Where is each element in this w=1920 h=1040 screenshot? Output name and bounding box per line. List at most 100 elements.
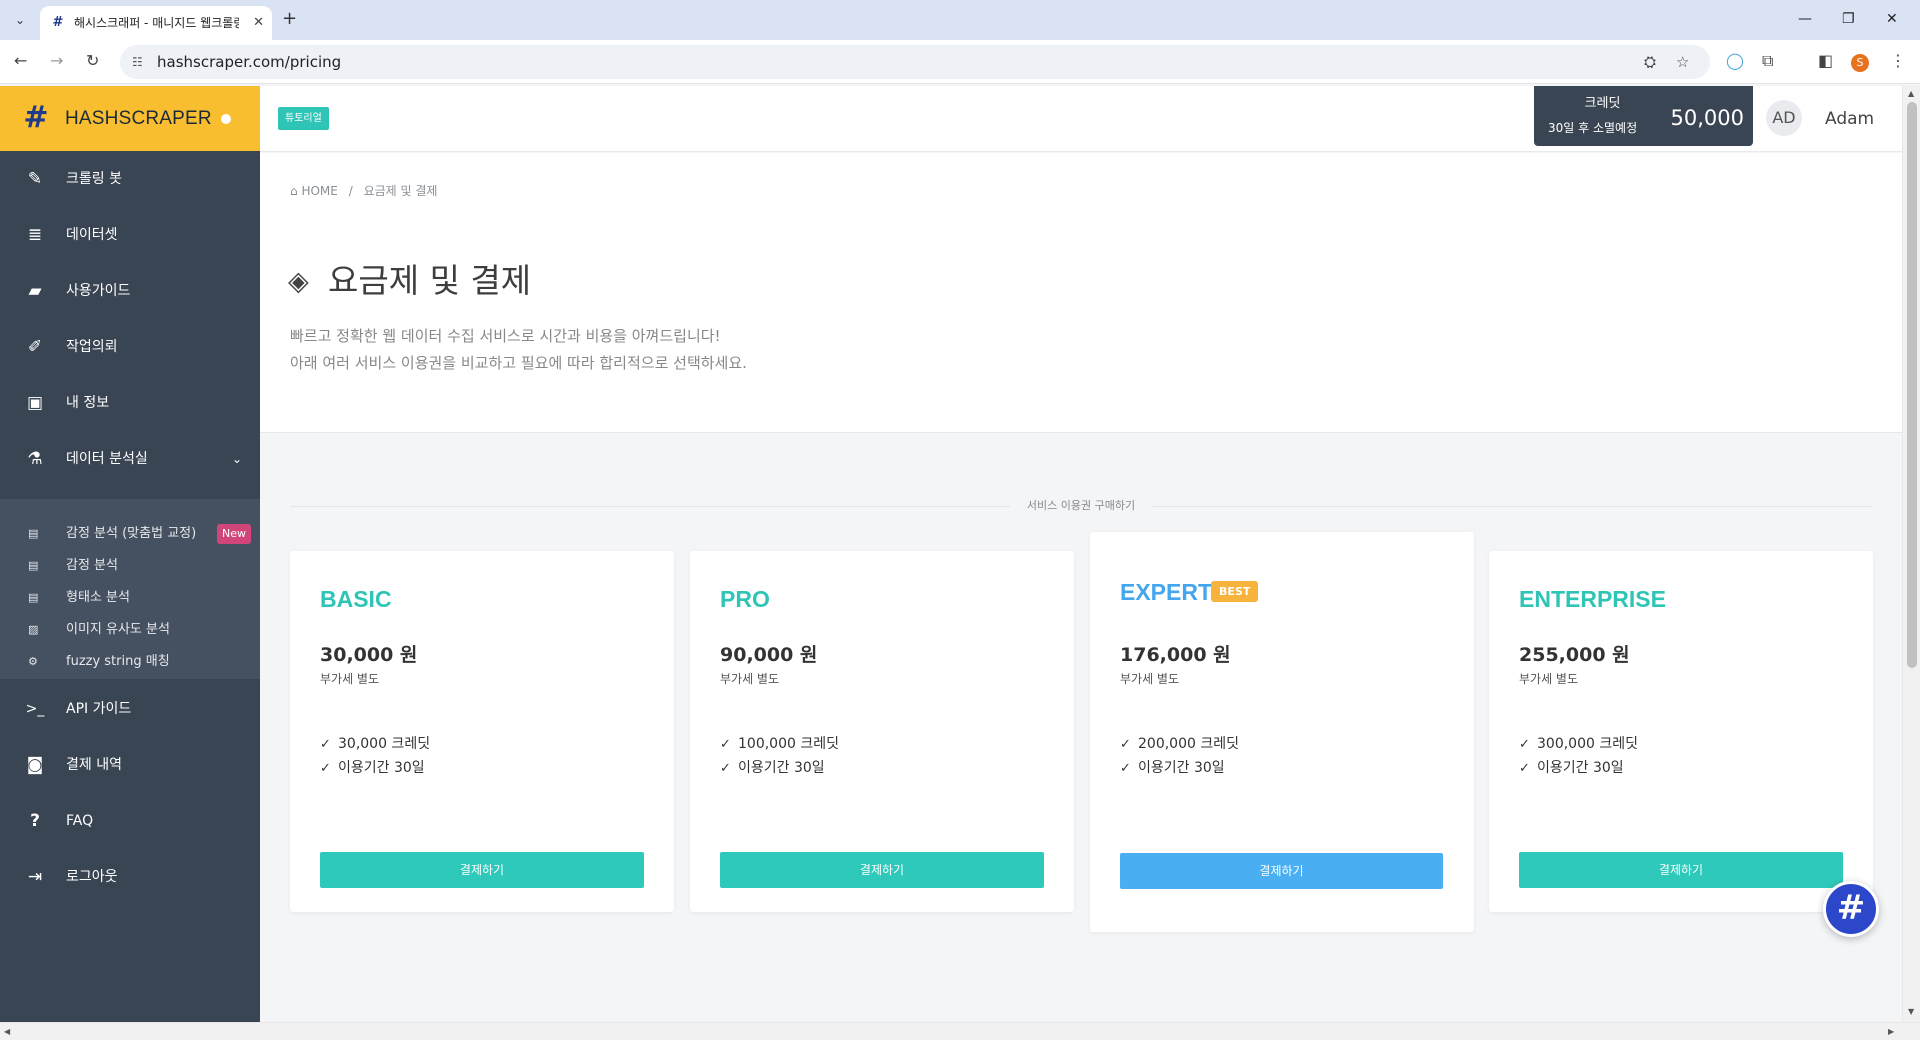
vertical-scroll-thumb[interactable]	[1907, 102, 1917, 668]
check-icon: ✓	[1519, 761, 1530, 776]
terminal-icon: >_	[25, 701, 45, 717]
credit-summary[interactable]: 크레딧 30일 후 소멸예정 50,000	[1534, 86, 1753, 146]
plan-vat-note: 부가세 별도	[320, 672, 380, 686]
scroll-down-arrow-icon[interactable]: ▼	[1908, 1007, 1914, 1017]
plan-price: 90,000 원	[720, 644, 818, 666]
sidebar-item-work-request[interactable]: ✐ 작업의뢰	[0, 319, 260, 375]
tab-close-icon[interactable]: ✕	[253, 14, 264, 32]
image-icon: ▨	[28, 623, 39, 636]
plan-name: BASIC	[320, 586, 392, 612]
check-icon: ✓	[320, 761, 331, 776]
sidebar-item-my-info[interactable]: ▣ 내 정보	[0, 375, 260, 431]
submenu-item-label: 감정 분석	[66, 558, 118, 573]
credit-label: 크레딧	[1584, 96, 1621, 111]
extensions-puzzle-icon[interactable]: ⧉	[1762, 50, 1773, 72]
question-icon: ?	[30, 811, 40, 831]
site-info-icon[interactable]: ☷	[132, 53, 143, 71]
vertical-scrollbar[interactable]: ▲ ▼	[1902, 86, 1920, 1022]
breadcrumb-current: 요금제 및 결제	[363, 184, 438, 198]
breadcrumb: ⌂ HOME / 요금제 및 결제	[290, 183, 437, 199]
plan-period: 이용기간 30일	[1537, 760, 1624, 776]
plan-credits: 200,000 크레딧	[1138, 736, 1239, 752]
sidebar-item-payment-history[interactable]: ◙ 결제 내역	[0, 737, 260, 793]
section-divider-left	[290, 506, 1010, 507]
submenu-item-fuzzy-string[interactable]: ⚙ fuzzy string 매칭	[0, 647, 260, 677]
url-input[interactable]: ☷ hashscraper.com/pricing ⛭ ☆	[120, 45, 1710, 79]
plan-feature: ✓ 이용기간 30일	[1120, 759, 1225, 778]
side-panel-icon[interactable]: ◧	[1818, 50, 1833, 72]
check-icon: ✓	[1519, 737, 1530, 752]
browser-tab-active[interactable]: # 해시스크래퍼 - 매니지드 웹크롤링 ✕	[40, 6, 272, 40]
sidebar-item-label: 작업의뢰	[66, 339, 118, 355]
section-divider-right	[1152, 506, 1872, 507]
extension-circle-icon[interactable]: ◯	[1726, 50, 1744, 72]
scroll-right-arrow-icon[interactable]: ▶	[1888, 1027, 1894, 1037]
browser-menu-icon[interactable]: ⋮	[1890, 50, 1906, 72]
section-label: 서비스 이용권 구매하기	[1026, 499, 1136, 512]
reload-button[interactable]: ↻	[86, 50, 99, 72]
chevron-down-icon: ⌄	[231, 452, 242, 466]
horizontal-scrollbar[interactable]: ◀ ▶	[0, 1022, 1920, 1040]
pay-button-enterprise[interactable]: 결제하기	[1519, 852, 1843, 888]
new-tab-button[interactable]: +	[282, 8, 297, 30]
plan-credits: 30,000 크레딧	[338, 736, 431, 752]
sidebar-item-data-lab[interactable]: ⚗ 데이터 분석실 ⌄	[0, 431, 260, 487]
check-icon: ✓	[320, 737, 331, 752]
url-text: hashscraper.com/pricing	[157, 53, 342, 71]
submenu-item-label: 형태소 분석	[66, 590, 130, 605]
submenu-item-morpheme[interactable]: ▤ 형태소 분석	[0, 583, 260, 613]
sidebar-item-crawling-bot[interactable]: ✎ 크롤링 봇	[0, 151, 260, 207]
pay-button-basic[interactable]: 결제하기	[320, 852, 644, 888]
sidebar-item-label: 결제 내역	[66, 757, 122, 773]
chat-launcher-button[interactable]: #	[1823, 881, 1879, 937]
plan-vat-note: 부가세 별도	[1120, 672, 1180, 686]
brand-name: HASHSCRAPER	[65, 108, 212, 129]
minimize-button[interactable]: —	[1798, 8, 1812, 30]
user-card-icon: ▣	[26, 393, 44, 413]
tutorial-button[interactable]: 튜토리얼	[278, 107, 329, 130]
translate-icon[interactable]: ⛭	[1644, 53, 1656, 71]
sidebar-item-logout[interactable]: ⇥ 로그아웃	[0, 849, 260, 905]
check-icon: ✓	[720, 737, 731, 752]
submenu-item-label: fuzzy string 매칭	[66, 654, 170, 669]
plan-credits: 100,000 크레딧	[738, 736, 839, 752]
plan-feature: ✓ 100,000 크레딧	[720, 735, 839, 754]
submenu-item-sentiment-spellcheck[interactable]: ▤ 감정 분석 (맞춤법 교정) New	[0, 519, 260, 549]
submenu-item-image-similarity[interactable]: ▨ 이미지 유사도 분석	[0, 615, 260, 645]
pay-button-expert[interactable]: 결제하기	[1120, 853, 1443, 889]
restore-button[interactable]: ❐	[1842, 8, 1855, 30]
plan-name: ENTERPRISE	[1519, 586, 1666, 612]
plan-period: 이용기간 30일	[738, 760, 825, 776]
brand-header[interactable]: # HASHSCRAPER	[0, 86, 260, 151]
sidebar-toggle-dot[interactable]	[221, 114, 231, 124]
database-icon: ≣	[27, 225, 43, 245]
plan-price: 176,000 원	[1120, 644, 1231, 666]
forward-button[interactable]: →	[50, 50, 63, 72]
breadcrumb-separator: /	[348, 184, 353, 198]
description-line: 아래 여러 서비스 이용권을 비교하고 필요에 따라 합리적으로 선택하세요.	[290, 354, 747, 372]
username[interactable]: Adam	[1825, 108, 1874, 130]
scroll-left-arrow-icon[interactable]: ◀	[4, 1027, 10, 1037]
sidebar-item-faq[interactable]: ? FAQ	[0, 793, 260, 849]
avatar[interactable]: AD	[1766, 100, 1802, 136]
sidebar-item-api-guide[interactable]: >_ API 가이드	[0, 681, 260, 737]
tab-search-button[interactable]: ⌄	[8, 8, 32, 32]
hashscraper-logo-icon: #	[23, 100, 49, 135]
breadcrumb-home[interactable]: HOME	[301, 183, 337, 199]
scroll-up-arrow-icon[interactable]: ▲	[1908, 89, 1914, 99]
sidebar-item-user-guide[interactable]: ▰ 사용가이드	[0, 263, 260, 319]
check-icon: ✓	[1120, 761, 1131, 776]
back-button[interactable]: ←	[14, 50, 27, 72]
sidebar-item-dataset[interactable]: ≣ 데이터셋	[0, 207, 260, 263]
home-icon: ⌂	[290, 184, 298, 198]
book-icon: ▰	[28, 281, 42, 301]
bookmark-star-icon[interactable]: ☆	[1676, 53, 1689, 71]
submenu-item-sentiment[interactable]: ▤ 감정 분석	[0, 551, 260, 581]
top-header: 튜토리얼 크레딧 30일 후 소멸예정 50,000 AD Adam	[260, 86, 1902, 152]
close-window-button[interactable]: ✕	[1886, 8, 1898, 30]
pay-button-pro[interactable]: 결제하기	[720, 852, 1044, 888]
magic-wand-icon: ✎	[27, 169, 43, 189]
sidebar-item-label: 사용가이드	[66, 283, 131, 299]
plan-feature: ✓ 30,000 크레딧	[320, 735, 430, 754]
profile-avatar[interactable]: S	[1851, 54, 1869, 72]
